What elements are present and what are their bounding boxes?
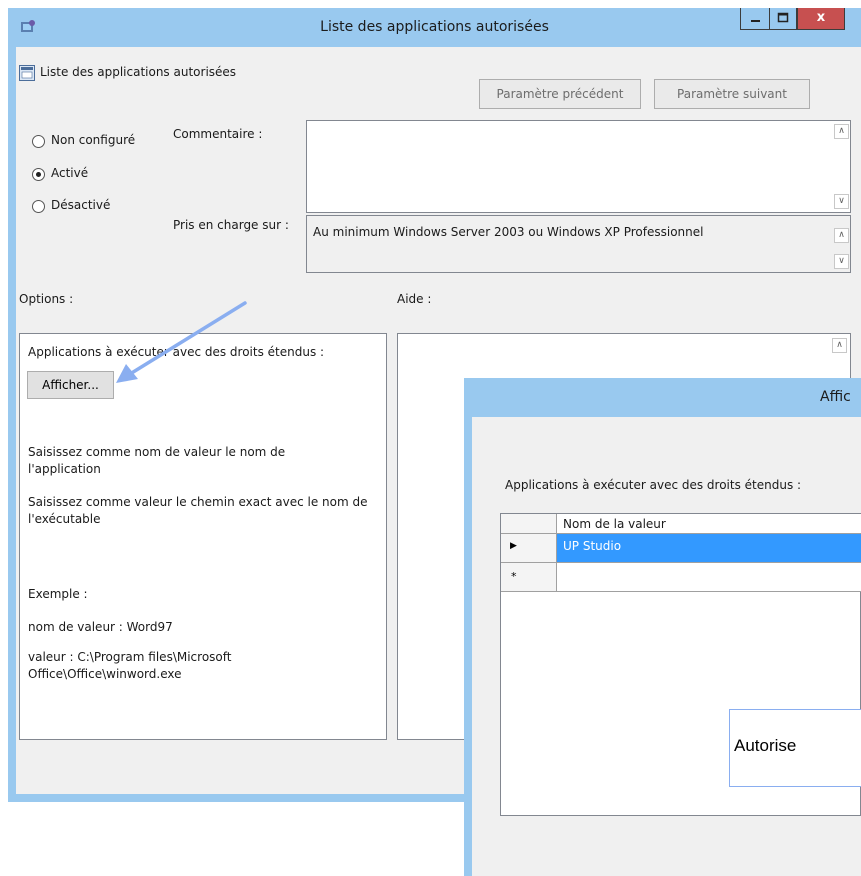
title-bar[interactable]: Liste des applications autorisées x (8, 8, 861, 47)
options-label: Options : (19, 292, 74, 306)
scroll-up-icon[interactable]: ∧ (834, 124, 849, 139)
instruction-name: Saisissez comme nom de valeur le nom de … (28, 445, 286, 476)
policy-icon (19, 65, 35, 81)
grid-corner-header (501, 514, 557, 534)
supported-on-value: Au minimum Windows Server 2003 ou Window… (313, 225, 704, 239)
radio-label: Désactivé (51, 198, 111, 212)
radio-circle (32, 135, 45, 148)
new-row-icon: * (511, 570, 517, 583)
radio-circle (32, 200, 45, 213)
column-header-label: Nom de la valeur (563, 517, 666, 531)
maximize-button[interactable] (769, 8, 797, 30)
next-setting-button[interactable]: Paramètre suivant (654, 79, 810, 109)
radio-not-configured[interactable]: Non configuré (32, 133, 182, 151)
tooltip-popup: Autorise (729, 709, 861, 787)
show-contents-client: Applications à exécuter avec des droits … (472, 417, 861, 876)
window-title: Affic (820, 389, 851, 405)
example-name: nom de valeur : Word97 (28, 620, 173, 634)
instruction-value: Saisissez comme valeur le chemin exact a… (28, 495, 368, 526)
values-grid: Nom de la valeur ▶ UP Studio * Autorise (500, 513, 861, 816)
options-panel: Applications à exécuter avec des droits … (19, 333, 387, 740)
supported-on-field: Au minimum Windows Server 2003 ou Window… (306, 215, 851, 273)
radio-label: Non configuré (51, 133, 136, 147)
minimize-button[interactable] (740, 8, 770, 30)
show-contents-window: Affic Applications à exécuter avec des d… (464, 378, 861, 876)
maximize-icon (777, 12, 789, 23)
row-header[interactable]: ▶ (501, 534, 557, 563)
tooltip-text: Autorise (734, 736, 797, 755)
comment-textarea[interactable]: ∧ ∨ (306, 120, 851, 213)
grid-cell-value: UP Studio (563, 539, 622, 553)
grid-cell-selected[interactable]: UP Studio (557, 534, 861, 563)
scroll-down-icon[interactable]: ∨ (834, 254, 849, 269)
grid-cell-new[interactable] (557, 563, 861, 592)
scroll-down-icon[interactable]: ∨ (834, 194, 849, 209)
row-pointer-icon: ▶ (510, 541, 517, 551)
example-label: Exemple : (28, 587, 88, 601)
annotation-arrow-icon (116, 301, 247, 383)
previous-setting-button[interactable]: Paramètre précédent (479, 79, 641, 109)
example-value: valeur : C:\Program files\Microsoft Offi… (28, 650, 232, 681)
radio-enabled[interactable]: Activé (32, 166, 182, 184)
comment-label: Commentaire : (173, 127, 263, 141)
show-contents-heading: Applications à exécuter avec des droits … (505, 478, 802, 492)
column-header[interactable]: Nom de la valeur (557, 514, 861, 534)
radio-selected-dot (36, 172, 41, 177)
close-icon: x (816, 10, 826, 25)
scroll-up-icon[interactable]: ∧ (832, 338, 847, 353)
close-button[interactable]: x (797, 8, 845, 30)
radio-label: Activé (51, 166, 89, 180)
supported-on-label: Pris en charge sur : (173, 218, 289, 232)
scroll-up-icon[interactable]: ∧ (834, 228, 849, 243)
row-header[interactable]: * (501, 563, 557, 592)
window-title: Liste des applications autorisées (320, 19, 549, 35)
radio-disabled[interactable]: Désactivé (32, 198, 182, 216)
policy-name: Liste des applications autorisées (40, 65, 237, 79)
help-label: Aide : (397, 292, 432, 306)
radio-circle (32, 168, 45, 181)
minimize-icon (751, 20, 760, 22)
